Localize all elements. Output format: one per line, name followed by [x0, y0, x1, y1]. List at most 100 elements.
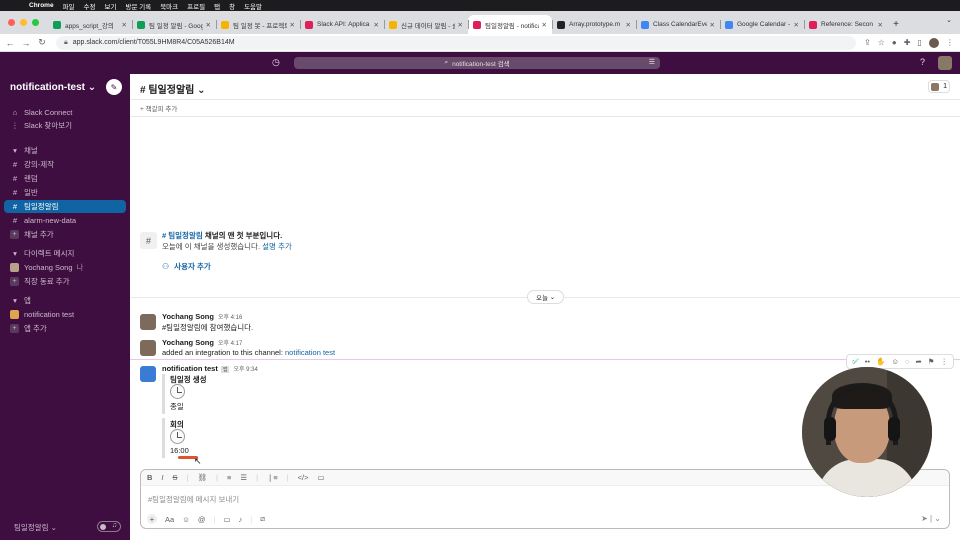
add-reaction-icon[interactable]: ☺: [891, 357, 899, 366]
sidebar-item-channel[interactable]: # 랜덤: [4, 172, 126, 185]
ordered-list-icon[interactable]: ≡: [227, 473, 231, 482]
menu-item[interactable]: 보기: [105, 1, 117, 11]
menu-item[interactable]: 파일: [63, 1, 75, 11]
sidebar-item-channel[interactable]: # alarm-new-data: [4, 214, 126, 227]
message-author[interactable]: Yochang Song: [162, 338, 214, 347]
mention-icon[interactable]: @: [198, 515, 206, 524]
minimize-window-button[interactable]: [20, 19, 27, 26]
browser-tab[interactable]: 팀 일정 알림 - Goog ✕: [132, 15, 216, 34]
sidebar-item-channel[interactable]: # 일반: [4, 186, 126, 199]
reload-icon[interactable]: ↻: [36, 37, 48, 48]
forward-icon[interactable]: →: [20, 38, 32, 48]
zoom-window-button[interactable]: [32, 19, 39, 26]
reply-thread-icon[interactable]: ◌: [905, 357, 909, 366]
avatar[interactable]: [140, 314, 156, 330]
menu-app[interactable]: Chrome: [29, 2, 54, 9]
message-time[interactable]: 오후 4:16: [218, 315, 242, 321]
bullet-list-icon[interactable]: ☰: [240, 473, 247, 482]
history-icon[interactable]: ◷: [272, 57, 280, 68]
italic-icon[interactable]: I: [161, 473, 163, 482]
sidepanel-icon[interactable]: ▯: [917, 38, 921, 47]
dm-section-header[interactable]: ▾ 다이렉트 메시지: [4, 247, 126, 260]
message-author[interactable]: notification test: [162, 364, 218, 373]
browser-tab[interactable]: Google Calendar - ✕: [720, 15, 804, 34]
sidebar-item-app[interactable]: notification test: [4, 308, 126, 321]
code-icon[interactable]: </>: [298, 473, 309, 482]
extension-icon[interactable]: ●: [892, 38, 897, 47]
sidebar-item-slack-connect[interactable]: ⌂ Slack Connect: [4, 106, 126, 119]
add-channel-button[interactable]: + 채널 추가: [4, 228, 126, 241]
browser-tab[interactable]: apps_script_강의 ✕: [48, 15, 132, 34]
tab-close-icon[interactable]: ✕: [542, 21, 547, 29]
help-icon[interactable]: ?: [920, 57, 925, 67]
menu-item[interactable]: 방문 기록: [125, 1, 151, 11]
new-tab-button[interactable]: +: [888, 15, 904, 34]
sidebar-item-channel-active[interactable]: # 팀일정알림: [4, 200, 126, 213]
send-button[interactable]: ➤ | ⌄: [921, 514, 941, 523]
tab-search-icon[interactable]: ⌄: [946, 16, 952, 24]
browser-tab[interactable]: 팀일정알림 - notifica ✕: [468, 15, 552, 34]
tab-close-icon[interactable]: ✕: [878, 21, 883, 29]
text-format-icon[interactable]: Aa: [165, 515, 174, 524]
clap-reaction-icon[interactable]: ✋: [876, 357, 885, 366]
browser-tab[interactable]: Reference: Secon ✕: [804, 15, 888, 34]
message-time[interactable]: 오후 4:17: [218, 341, 242, 347]
browser-tab[interactable]: Array.prototype.m ✕: [552, 15, 636, 34]
compose-icon[interactable]: ✎: [106, 79, 122, 95]
close-window-button[interactable]: [8, 19, 15, 26]
menu-item[interactable]: 도움말: [244, 1, 262, 11]
bookmark-star-icon[interactable]: ☆: [878, 38, 885, 47]
code-block-icon[interactable]: ▭: [318, 473, 325, 482]
bookmark-icon[interactable]: ⚑: [928, 357, 935, 366]
tab-close-icon[interactable]: ✕: [122, 21, 127, 29]
tab-close-icon[interactable]: ✕: [206, 21, 211, 29]
address-bar[interactable]: 🔒︎ app.slack.com/client/T055L9HM8R4/C05A…: [56, 35, 856, 50]
puzzle-icon[interactable]: ✚: [904, 38, 911, 47]
sidebar-item-channel[interactable]: # 강의-제작: [4, 158, 126, 171]
apps-section-header[interactable]: ▾ 앱: [4, 294, 126, 307]
sidebar-item-dm[interactable]: Yochang Song 나: [4, 261, 126, 274]
profile-avatar[interactable]: [928, 37, 939, 48]
share-icon[interactable]: ➦: [915, 357, 921, 366]
more-actions-icon[interactable]: ⋮: [941, 357, 949, 366]
browser-tab[interactable]: 팀 일정 봇 - 프로젝트 ✕: [216, 15, 300, 34]
tab-close-icon[interactable]: ✕: [626, 21, 631, 29]
search-bar[interactable]: ⌕ notification-test 검색 ☰: [294, 57, 660, 69]
workspace-name[interactable]: notification-test ⌄: [10, 82, 96, 93]
browser-tab[interactable]: 신규 데이터 알림 - 슬 ✕: [384, 15, 468, 34]
lock-icon[interactable]: 🔒︎: [64, 39, 68, 47]
eyes-reaction-icon[interactable]: ••: [865, 357, 870, 366]
day-divider[interactable]: 오늘 ⌄: [527, 290, 565, 304]
tab-close-icon[interactable]: ✕: [794, 21, 799, 29]
channel-title[interactable]: # 팀일정알림 ⌄: [140, 81, 206, 96]
add-user-button[interactable]: ⚇ 사용자 추가: [162, 261, 211, 272]
share-icon[interactable]: ⇪: [864, 38, 871, 47]
add-app-button[interactable]: + 앱 추가: [4, 322, 126, 335]
video-icon[interactable]: ▭: [223, 515, 230, 524]
shortcuts-icon[interactable]: ⧄: [260, 514, 265, 524]
integration-link[interactable]: notification test: [285, 348, 335, 357]
sidebar-item-browse[interactable]: ⋮ Slack 찾아보기: [4, 119, 126, 132]
menu-item[interactable]: 북마크: [160, 1, 178, 11]
huddle-toggle[interactable]: ♫: [97, 521, 121, 532]
filter-icon[interactable]: ☰: [649, 58, 655, 66]
menu-item[interactable]: 프로필: [187, 1, 205, 11]
strikethrough-icon[interactable]: S: [173, 473, 178, 482]
emoji-icon[interactable]: ☺: [182, 515, 190, 524]
menu-item[interactable]: 수정: [84, 1, 96, 11]
tab-close-icon[interactable]: ✕: [710, 21, 715, 29]
bold-icon[interactable]: B: [147, 473, 152, 482]
add-description-link[interactable]: 설명 추가: [262, 242, 292, 251]
microphone-icon[interactable]: ♪: [239, 515, 243, 524]
user-avatar[interactable]: [938, 56, 952, 70]
composer-input[interactable]: #팀일정알림에 메시지 보내기: [148, 494, 239, 505]
tab-close-icon[interactable]: ✕: [458, 21, 463, 29]
app-avatar[interactable]: [140, 366, 156, 382]
tab-close-icon[interactable]: ✕: [290, 21, 295, 29]
message-time[interactable]: 오후 9:34: [233, 367, 257, 373]
avatar[interactable]: [140, 340, 156, 356]
kebab-menu-icon[interactable]: ⋮: [946, 38, 954, 47]
browser-tab[interactable]: Class CalendarEve ✕: [636, 15, 720, 34]
message-author[interactable]: Yochang Song: [162, 312, 214, 321]
browser-tab[interactable]: Slack API: Applica ✕: [300, 15, 384, 34]
